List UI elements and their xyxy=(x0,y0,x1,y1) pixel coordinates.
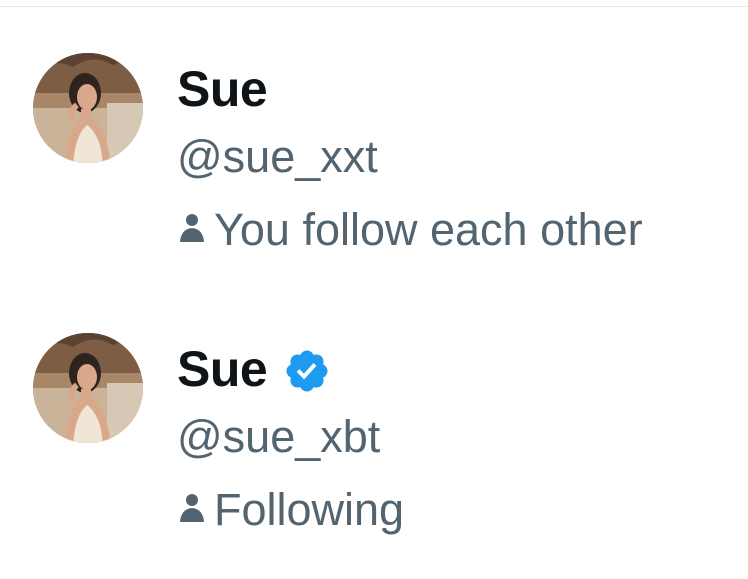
relationship-status: You follow each other xyxy=(178,207,643,252)
user-handle[interactable]: @sue_xbt xyxy=(177,414,380,459)
person-icon xyxy=(180,494,204,522)
relationship-label: Following xyxy=(214,484,405,535)
person-icon xyxy=(180,214,204,242)
name-row: Sue xyxy=(177,338,331,400)
relationship-label: You follow each other xyxy=(214,204,643,255)
display-name[interactable]: Sue xyxy=(177,344,268,394)
display-name[interactable]: Sue xyxy=(177,64,268,114)
avatar[interactable] xyxy=(33,53,143,163)
relationship-status: Following xyxy=(178,487,404,532)
user-handle[interactable]: @sue_xxt xyxy=(177,134,378,179)
user-card[interactable]: Sue @sue_xxt You follow each other xyxy=(0,0,748,252)
name-row: Sue xyxy=(177,58,268,120)
user-card[interactable]: Sue @sue_xbt Following xyxy=(0,280,748,532)
verified-badge-icon[interactable] xyxy=(283,347,331,395)
avatar[interactable] xyxy=(33,333,143,443)
